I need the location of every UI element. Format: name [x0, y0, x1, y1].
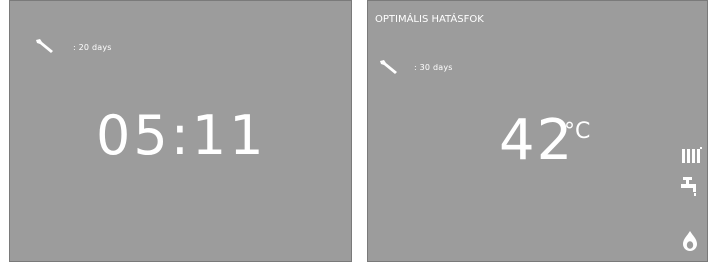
- flame-icon: [683, 231, 697, 251]
- faucet-icon: [681, 177, 696, 196]
- wrench-icon: [36, 39, 53, 53]
- service-interval-text: : 30 days: [414, 63, 453, 72]
- service-interval-text: : 20 days: [73, 43, 112, 52]
- display-panel-right: OPTIMÁLIS HATÁSFOK : 30 days 42 °C: [367, 0, 708, 262]
- temperature-unit: °C: [564, 119, 591, 144]
- radiator-icon: [682, 147, 702, 163]
- clock-display: 05:11: [96, 104, 267, 167]
- temperature-value: 42: [499, 108, 575, 173]
- wrench-icon: [380, 60, 397, 74]
- mode-title: OPTIMÁLIS HATÁSFOK: [375, 14, 484, 25]
- display-panel-left: : 20 days 05:11: [9, 0, 352, 262]
